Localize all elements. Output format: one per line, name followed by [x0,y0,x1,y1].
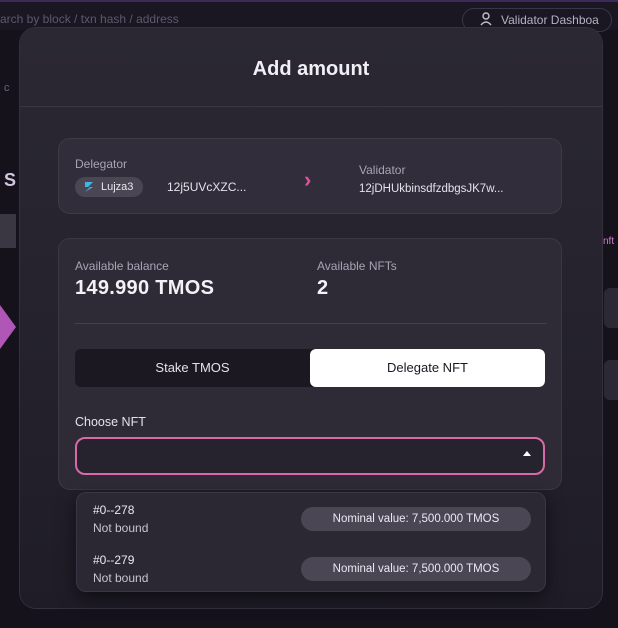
available-nfts-label: Available NFTs [317,259,397,273]
choose-nft-select[interactable] [75,437,545,475]
nft-nominal-value-badge: Nominal value: 7,500.000 TMOS [301,507,531,531]
delegation-summary-card: Delegator Lujza3 12j5UVcXZC... › Validat… [58,138,562,214]
nft-nominal-value-badge: Nominal value: 7,500.000 TMOS [301,557,531,581]
nft-dropdown-menu: #0--278 Not bound Nominal value: 7,500.0… [76,492,546,592]
tab-delegate-nft[interactable]: Delegate NFT [310,349,545,387]
available-balance-label: Available balance [75,259,169,273]
delegator-chip: Lujza3 [75,177,144,197]
background-right-text: nft [603,236,615,247]
background-right-chip [604,360,618,400]
delegator-label: Delegator [75,157,128,171]
nft-option-name: #0--278 [93,503,135,517]
validator-icon [480,12,492,26]
card-divider [75,323,547,324]
background-search-input[interactable]: arch by block / txn hash / address [0,12,179,26]
delegator-name: Lujza3 [101,181,134,193]
validator-label: Validator [359,163,406,177]
delegator-address: 12j5UVcXZC... [167,180,247,194]
validator-dashboard-label: Validator Dashboa [501,13,599,27]
stake-mode-toggle: Stake TMOS Delegate NFT [75,349,545,387]
nft-option-name: #0--279 [93,553,135,567]
background-left-text: c [4,82,10,94]
chevron-right-icon: › [304,167,312,192]
background-topbar: arch by block / txn hash / address Valid… [0,0,618,32]
available-nfts-value: 2 [317,277,329,299]
choose-nft-label: Choose NFT [75,415,146,429]
nft-option[interactable]: #0--278 Not bound Nominal value: 7,500.0… [77,495,547,543]
background-left-bar [0,214,16,248]
nft-option[interactable]: #0--279 Not bound Nominal value: 7,500.0… [77,545,547,593]
nft-option-status: Not bound [93,571,149,585]
token-logo-icon [85,182,93,192]
nft-option-status: Not bound [93,521,149,535]
caret-up-icon [523,451,531,456]
background-left-letter: S [4,170,17,190]
amount-card: Available balance 149.990 TMOS Available… [58,238,562,490]
validator-address: 12jDHUkbinsdfzdbgsJK7w... [359,183,504,195]
modal-title: Add amount [252,58,370,80]
modal-divider [20,106,602,107]
background-right-chip [604,288,618,328]
available-balance-value: 149.990 TMOS [75,277,215,299]
tab-stake-tmos[interactable]: Stake TMOS [75,349,310,387]
background-left-pink-shape [0,305,16,349]
